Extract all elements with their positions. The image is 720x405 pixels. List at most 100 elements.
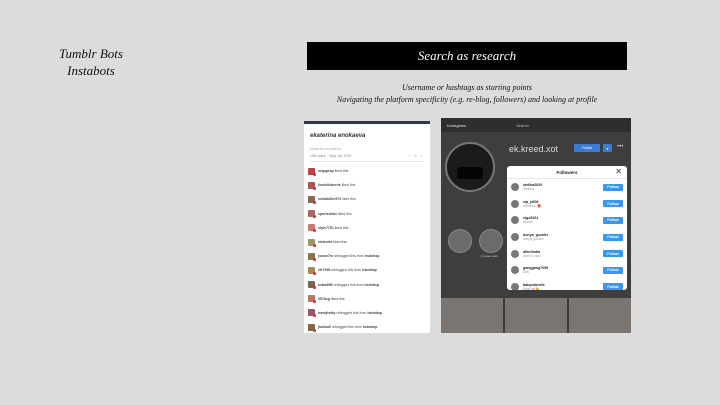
slide-subtext: Username or hashtags as starting points …: [300, 82, 634, 106]
follower-avatar: [511, 249, 519, 258]
note-user: style7751: [318, 225, 334, 230]
follower-fullname: Ирина: [523, 220, 533, 225]
follower-names: ganggang7059 ВЛБ: [523, 266, 603, 274]
note-user: wzmjheiky: [318, 310, 336, 315]
follower-avatar: [511, 216, 519, 225]
subtext-line-1: Username or hashtags as starting points: [401, 83, 532, 92]
note-action: liked this: [331, 296, 345, 301]
follower-fullname: Nika! 🌸😘: [523, 286, 540, 290]
follower-names: stellka2020 Stellaxx: [523, 183, 603, 191]
close-icon: ✕: [615, 167, 622, 176]
follower-names: dunya_guzaler dunya_guzaler: [523, 233, 603, 241]
follow-button: Follow: [603, 233, 623, 241]
profile-avatar: [445, 142, 495, 192]
tumblr-notes-list: mojaprap liked this lionlollzberris liked…: [304, 164, 430, 333]
note-user: jkalina3: [318, 325, 331, 330]
note-text: xfr7498 reblogged this from hstmbsp: [318, 268, 377, 272]
follower-names: elgo5161 Ирина: [523, 216, 603, 224]
post-grid: [441, 298, 631, 333]
follower-names: vip_p008 verified♛ 🎁: [523, 200, 603, 208]
note-user: lionlollzberris: [318, 183, 341, 188]
note-from: hstmbsp: [362, 268, 377, 273]
tumblr-screenshot: ekaterina enokaeva ekaterina enokaeva 16…: [304, 121, 430, 333]
follow-button: Follow: [603, 250, 623, 258]
note-action: liked this: [341, 183, 356, 188]
note-action: reblogged this from: [336, 310, 367, 315]
instagram-topbar: Instagram Search: [441, 118, 631, 132]
tumblr-note-row: style7751 liked this: [304, 221, 430, 235]
note-from: hstmbsp: [364, 254, 380, 259]
note-action: reblogged this from: [331, 325, 362, 330]
note-action: liked this: [342, 197, 356, 202]
followers-modal-title: Followers: [556, 169, 578, 175]
note-text: style7751 liked this: [318, 226, 348, 230]
note-action: reblogged this from: [333, 254, 364, 259]
note-text: yosse7m reblogged this from hstmbsp: [318, 254, 380, 258]
banner-text: Search as research: [417, 48, 517, 63]
note-text: eisieorld liked this: [318, 240, 347, 244]
note-avatar: [308, 252, 316, 261]
followers-modal-header: Followers ✕: [507, 166, 627, 179]
follower-avatar: [511, 199, 519, 208]
tumblr-notes-count: 166 notes: [310, 154, 326, 158]
note-avatar: [308, 167, 316, 176]
note-from: hstmbsp: [367, 310, 383, 315]
note-action: reblogged this from: [331, 268, 362, 273]
story-highlight-2: [479, 229, 503, 253]
instagram-search: Search: [516, 122, 529, 128]
tumblr-action-icons: ⋯ ↻ ♡: [407, 154, 424, 158]
note-user: sporterluke: [318, 211, 338, 216]
follower-fullname: Stellaxx: [523, 187, 535, 192]
follow-button: Follow: [603, 266, 623, 274]
note-user: yosse7m: [318, 254, 333, 259]
note-avatar: [308, 238, 316, 247]
follower-row: babycakesfx Nika! 🌸😘 Follow: [507, 279, 627, 290]
note-from: hstmbsp: [364, 282, 380, 287]
note-text: 357beg liked this: [318, 297, 345, 301]
post-thumb: [569, 298, 631, 333]
tumblr-note-row: sporterluke liked this: [304, 207, 430, 221]
note-action: liked this: [334, 225, 349, 230]
subtext-line-2: Navigating the platform specificity (e.g…: [336, 95, 598, 104]
post-thumb: [441, 298, 503, 333]
follower-row: vip_p008 verified♛ 🎁 Follow: [507, 196, 627, 213]
tumblr-date: May 1st, 2015: [329, 154, 352, 158]
story-highlight-1: [448, 229, 472, 253]
follower-avatar: [511, 233, 519, 242]
note-text: serialkiller974 liked this: [318, 197, 356, 201]
avatar-mask-shape: [457, 167, 483, 179]
note-user: serialkiller974: [318, 197, 342, 202]
search-banner: Search as research: [307, 42, 627, 70]
tumblr-topbar: [304, 121, 430, 124]
follower-fullname: dunya_guzaler: [523, 237, 544, 242]
follower-names: babycakesfx Nika! 🌸😘: [523, 283, 603, 290]
note-avatar: [308, 224, 316, 233]
follower-avatar: [511, 183, 519, 192]
note-text: ksbw859 reblogged this from hstmbsp: [318, 283, 379, 287]
note-text: wzmjheiky reblogged this from hstmbsp: [318, 311, 382, 315]
follower-row: ganggang7059 ВЛБ Follow: [507, 262, 627, 279]
note-text: lionlollzberris liked this: [318, 183, 355, 187]
title-line-instabots: Instabots: [67, 63, 115, 78]
tumblr-note-row: eisieorld liked this: [304, 235, 430, 249]
follow-button: Follow: [603, 283, 623, 290]
follower-avatar: [511, 282, 519, 290]
note-user: eisieorld: [318, 240, 333, 245]
post-thumb: [505, 298, 567, 333]
tumblr-stats: 166 notes May 1st, 2015 ⋯ ↻ ♡: [310, 154, 430, 158]
note-user: xfr7498: [318, 268, 331, 273]
follow-button: Follow: [603, 183, 623, 191]
follower-fullname: ВЛБ: [523, 270, 530, 275]
title-line-tumblr-bots: Tumblr Bots: [59, 46, 123, 61]
followers-list: stellka2020 Stellaxx Follow vip_p008 verifie…: [507, 179, 627, 290]
note-from: hstmbsp: [362, 325, 378, 330]
tumblr-note-row: jkalina3 reblogged this from hstmbsp: [304, 320, 430, 333]
follower-names: afterlindia After in india: [523, 250, 603, 258]
follower-row: elgo5161 Ирина Follow: [507, 212, 627, 229]
note-user: ksbw859: [318, 282, 333, 287]
follower-avatar: [511, 266, 519, 275]
follower-fullname: verified♛ 🎁: [523, 203, 541, 208]
note-avatar: [308, 281, 316, 290]
tumblr-note-row: wzmjheiky reblogged this from hstmbsp: [304, 306, 430, 320]
tumblr-note-row: 357beg liked this: [304, 292, 430, 306]
